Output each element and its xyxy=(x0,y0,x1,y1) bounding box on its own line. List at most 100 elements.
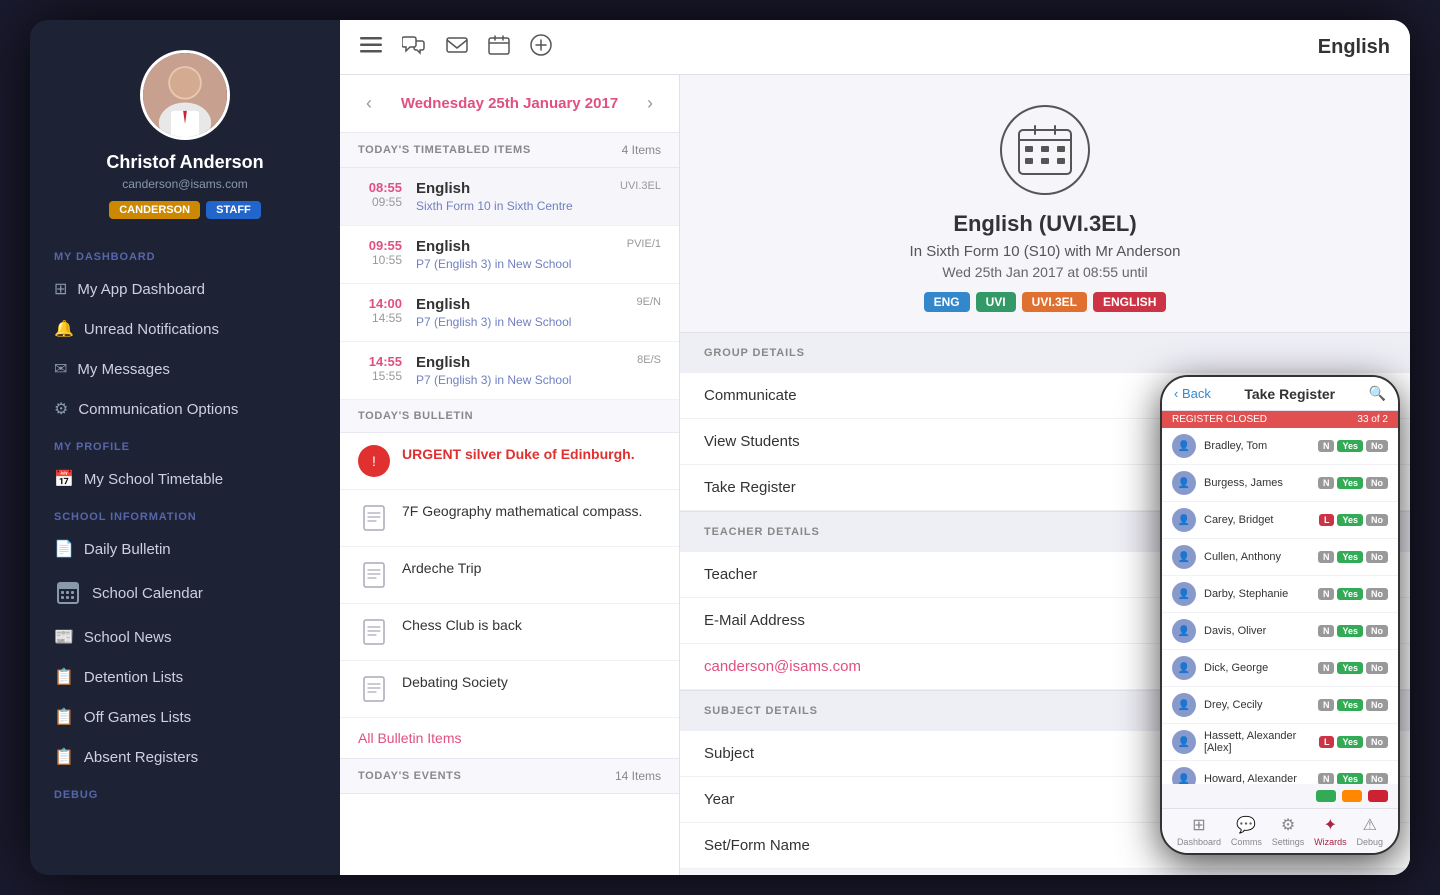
sidebar-item-school-calendar[interactable]: School Calendar xyxy=(30,569,340,617)
time-start-2: 14:00 xyxy=(369,296,402,311)
settings-icon: ⚙ xyxy=(1281,815,1295,835)
phone-title: Take Register xyxy=(1244,386,1335,402)
hamburger-icon[interactable] xyxy=(360,37,382,58)
news-icon: 📰 xyxy=(54,627,74,647)
events-item-count: 14 Items xyxy=(615,769,661,783)
bulletin-item-3[interactable]: Chess Club is back xyxy=(340,604,679,661)
sidebar: Christof Anderson canderson@isams.com CA… xyxy=(30,20,340,875)
sidebar-item-off-games-lists[interactable]: 📋 Off Games Lists xyxy=(30,697,340,737)
list-item[interactable]: 👤 Darby, Stephanie NYesNo xyxy=(1162,576,1398,613)
student-avatar: 👤 xyxy=(1172,619,1196,643)
sidebar-item-my-school-timetable[interactable]: 📅 My School Timetable xyxy=(30,459,340,499)
bulletin-item-4[interactable]: Debating Society xyxy=(340,661,679,718)
profile-name: Christof Anderson xyxy=(106,152,263,173)
detention-icon: 📋 xyxy=(54,667,74,687)
avatar xyxy=(140,50,230,140)
time-start-0: 08:55 xyxy=(369,180,402,195)
list-item[interactable]: 👤 Hassett, Alexander [Alex] LYesNo xyxy=(1162,724,1398,761)
phone-nav-comms[interactable]: 💬 Comms xyxy=(1231,815,1262,847)
phone-back-button[interactable]: ‹ Back xyxy=(1174,386,1211,401)
phone-mockup: ‹ Back Take Register 🔍 REGISTER CLOSED 3… xyxy=(1160,375,1400,855)
timetable-item-3[interactable]: 14:55 15:55 English P7 (English 3) in Ne… xyxy=(340,342,679,400)
list-item[interactable]: 👤 Cullen, Anthony NYesNo xyxy=(1162,539,1398,576)
timetable-item-1[interactable]: 09:55 10:55 English P7 (English 3) in Ne… xyxy=(340,226,679,284)
debug-icon: ⚠ xyxy=(1363,815,1377,835)
student-avatar: 👤 xyxy=(1172,656,1196,680)
offgames-icon: 📋 xyxy=(54,707,74,727)
student-avatar: 👤 xyxy=(1172,508,1196,532)
phone-student-list: 👤 Bradley, Tom NYesNo 👤 Burgess, James N… xyxy=(1162,428,1398,784)
sidebar-item-school-news[interactable]: 📰 School News xyxy=(30,617,340,657)
date-nav: ‹ Wednesday 25th January 2017 › xyxy=(340,75,679,133)
code-3: 8E/S xyxy=(637,354,661,366)
class-detail-header: English (UVI.3EL) In Sixth Form 10 (S10)… xyxy=(680,75,1410,332)
bulletin-section-header: TODAY'S BULLETIN xyxy=(340,400,679,433)
code-0: UVI.3EL xyxy=(620,180,661,192)
timetable-section-header: TODAY'S TIMETABLED ITEMS 4 Items xyxy=(340,133,679,168)
phone-search-icon[interactable]: 🔍 xyxy=(1369,385,1386,402)
subject-1: English xyxy=(416,238,613,255)
list-item[interactable]: 👤 Davis, Oliver NYesNo xyxy=(1162,613,1398,650)
all-bulletin-link[interactable]: All Bulletin Items xyxy=(340,718,679,758)
class-sub: In Sixth Form 10 (S10) with Mr Anderson xyxy=(910,243,1181,260)
time-end-3: 15:55 xyxy=(372,369,402,383)
timetable-icon: 📅 xyxy=(54,469,74,489)
list-item[interactable]: 👤 Carey, Bridget LYesNo xyxy=(1162,502,1398,539)
list-item[interactable]: 👤 Howard, Alexander NYesNo xyxy=(1162,761,1398,784)
timetable-item-2[interactable]: 14:00 14:55 English P7 (English 3) in Ne… xyxy=(340,284,679,342)
sidebar-item-detention-lists[interactable]: 📋 Detention Lists xyxy=(30,657,340,697)
bulletin-item-2[interactable]: Ardeche Trip xyxy=(340,547,679,604)
calendar-toolbar-icon[interactable] xyxy=(488,35,510,60)
bulletin-item-urgent[interactable]: ! URGENT silver Duke of Edinburgh. xyxy=(340,433,679,490)
badge-username: CANDERSON xyxy=(109,201,200,219)
class-name: English (UVI.3EL) xyxy=(953,211,1136,237)
next-date-button[interactable]: › xyxy=(639,89,661,118)
location-2: P7 (English 3) in New School xyxy=(416,315,623,329)
calendar-icon xyxy=(54,579,82,607)
chat-icon[interactable] xyxy=(402,35,426,60)
doc-icon-3 xyxy=(358,616,390,648)
sidebar-item-my-app-dashboard[interactable]: ⊞ My App Dashboard xyxy=(30,269,340,309)
list-item[interactable]: 👤 Burgess, James NYesNo xyxy=(1162,465,1398,502)
legend-red xyxy=(1368,790,1388,802)
bulletin-item-1[interactable]: 7F Geography mathematical compass. xyxy=(340,490,679,547)
time-start-3: 14:55 xyxy=(369,354,402,369)
sidebar-item-daily-bulletin[interactable]: 📄 Daily Bulletin xyxy=(30,529,340,569)
location-3: P7 (English 3) in New School xyxy=(416,373,623,387)
list-item[interactable]: 👤 Dick, George NYesNo xyxy=(1162,650,1398,687)
list-item[interactable]: 👤 Drey, Cecily NYesNo xyxy=(1162,687,1398,724)
code-2: 9E/N xyxy=(637,296,661,308)
sidebar-item-unread-notifications[interactable]: 🔔 Unread Notifications xyxy=(30,309,340,349)
class-icon xyxy=(1000,105,1090,195)
mail-icon[interactable] xyxy=(446,37,468,58)
code-1: PVIE/1 xyxy=(627,238,661,250)
bulletin-text-3: Chess Club is back xyxy=(402,616,522,636)
time-end-1: 10:55 xyxy=(372,253,402,267)
subject-2: English xyxy=(416,296,623,313)
sidebar-item-my-messages[interactable]: ✉ My Messages xyxy=(30,349,340,389)
time-end-2: 14:55 xyxy=(372,311,402,325)
prev-date-button[interactable]: ‹ xyxy=(358,89,380,118)
timetable-item-0[interactable]: 08:55 09:55 English Sixth Form 10 in Six… xyxy=(340,168,679,226)
legend-green xyxy=(1316,790,1336,802)
phone-nav-dashboard[interactable]: ⊞ Dashboard xyxy=(1177,815,1221,847)
phone-nav-settings[interactable]: ⚙ Settings xyxy=(1272,815,1305,847)
sidebar-item-absent-registers[interactable]: 📋 Absent Registers xyxy=(30,737,340,777)
phone-nav-debug[interactable]: ⚠ Debug xyxy=(1357,815,1384,847)
events-section-label: TODAY'S EVENTS xyxy=(358,770,462,782)
top-toolbar: English xyxy=(340,20,1410,75)
bell-icon: 🔔 xyxy=(54,319,74,339)
legend-orange xyxy=(1342,790,1362,802)
profile-badges: CANDERSON STAFF xyxy=(109,201,261,219)
list-item[interactable]: 👤 Bradley, Tom NYesNo xyxy=(1162,428,1398,465)
sidebar-item-communication-options[interactable]: ⚙ Communication Options xyxy=(30,389,340,429)
add-icon[interactable] xyxy=(530,34,552,61)
profile-email: canderson@isams.com xyxy=(122,177,248,191)
group-details-header: GROUP DETAILS xyxy=(680,333,1410,373)
section-label-debug: DEBUG xyxy=(30,777,340,807)
comm-icon: ⚙ xyxy=(54,399,68,419)
phone-nav-wizards[interactable]: ✦ Wizards xyxy=(1314,815,1347,847)
student-avatar: 👤 xyxy=(1172,434,1196,458)
phone-legend xyxy=(1162,784,1398,808)
absent-icon: 📋 xyxy=(54,747,74,767)
